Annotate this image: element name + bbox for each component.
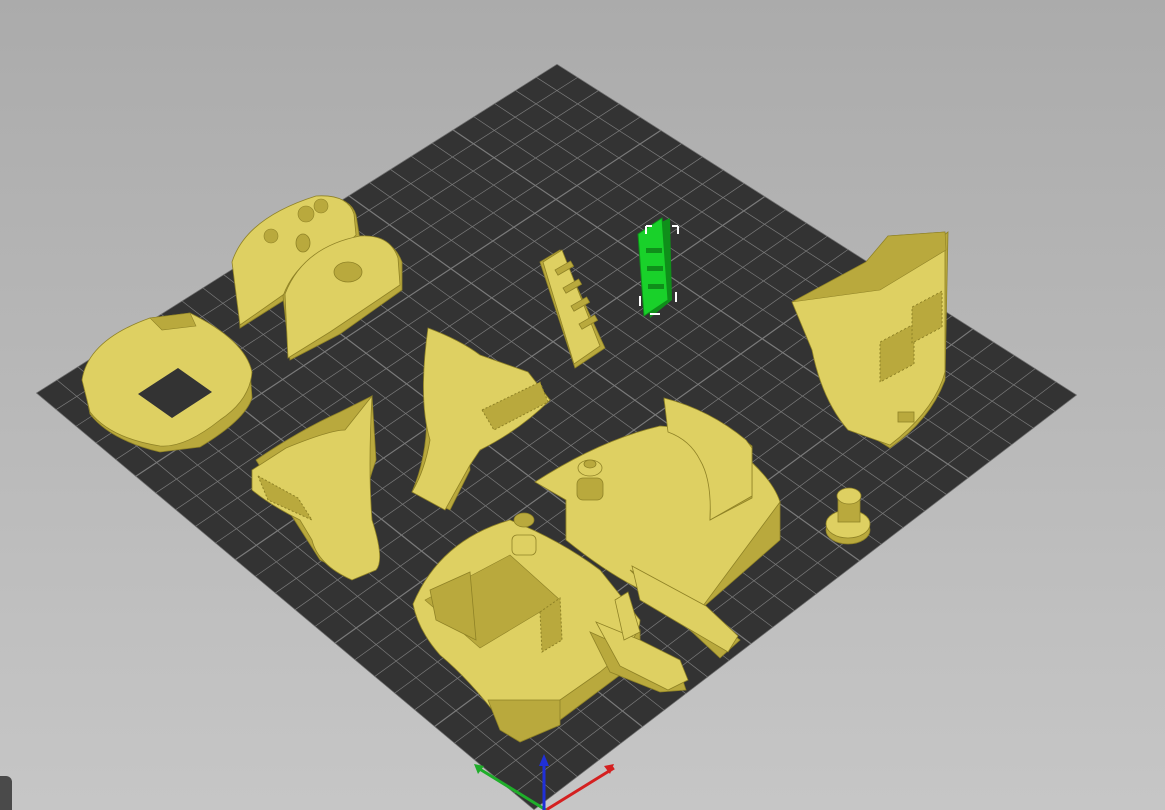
collapsed-panel-tab[interactable] — [0, 776, 12, 810]
build-plate-scene[interactable] — [0, 0, 1165, 810]
3d-viewport[interactable] — [0, 0, 1165, 810]
